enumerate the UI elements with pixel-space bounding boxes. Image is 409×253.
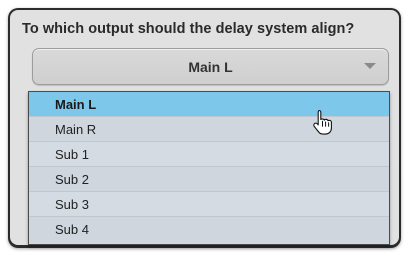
menu-item-label: Main R [55, 122, 97, 137]
menu-item-sub-3[interactable]: Sub 3 [29, 192, 389, 217]
output-dropdown-menu: Main L Main R Sub 1 Sub 2 Sub 3 Sub 4 [28, 91, 390, 245]
menu-item-sub-4[interactable]: Sub 4 [29, 217, 389, 242]
menu-item-sub-1[interactable]: Sub 1 [29, 142, 389, 167]
menu-item-label: Sub 2 [55, 172, 89, 187]
menu-item-label: Sub 1 [55, 147, 89, 162]
output-select-value: Main L [188, 59, 233, 75]
menu-item-label: Main L [55, 97, 97, 112]
output-select[interactable]: Main L [32, 48, 389, 85]
menu-item-sub-2[interactable]: Sub 2 [29, 167, 389, 192]
menu-item-main-l[interactable]: Main L [29, 92, 389, 117]
menu-item-main-r[interactable]: Main R [29, 117, 389, 142]
question-label: To which output should the delay system … [22, 21, 355, 37]
menu-item-label: Sub 3 [55, 197, 89, 212]
menu-item-label: Sub 4 [55, 222, 89, 237]
hand-pointer-icon [312, 109, 334, 135]
chevron-down-icon [364, 63, 376, 69]
